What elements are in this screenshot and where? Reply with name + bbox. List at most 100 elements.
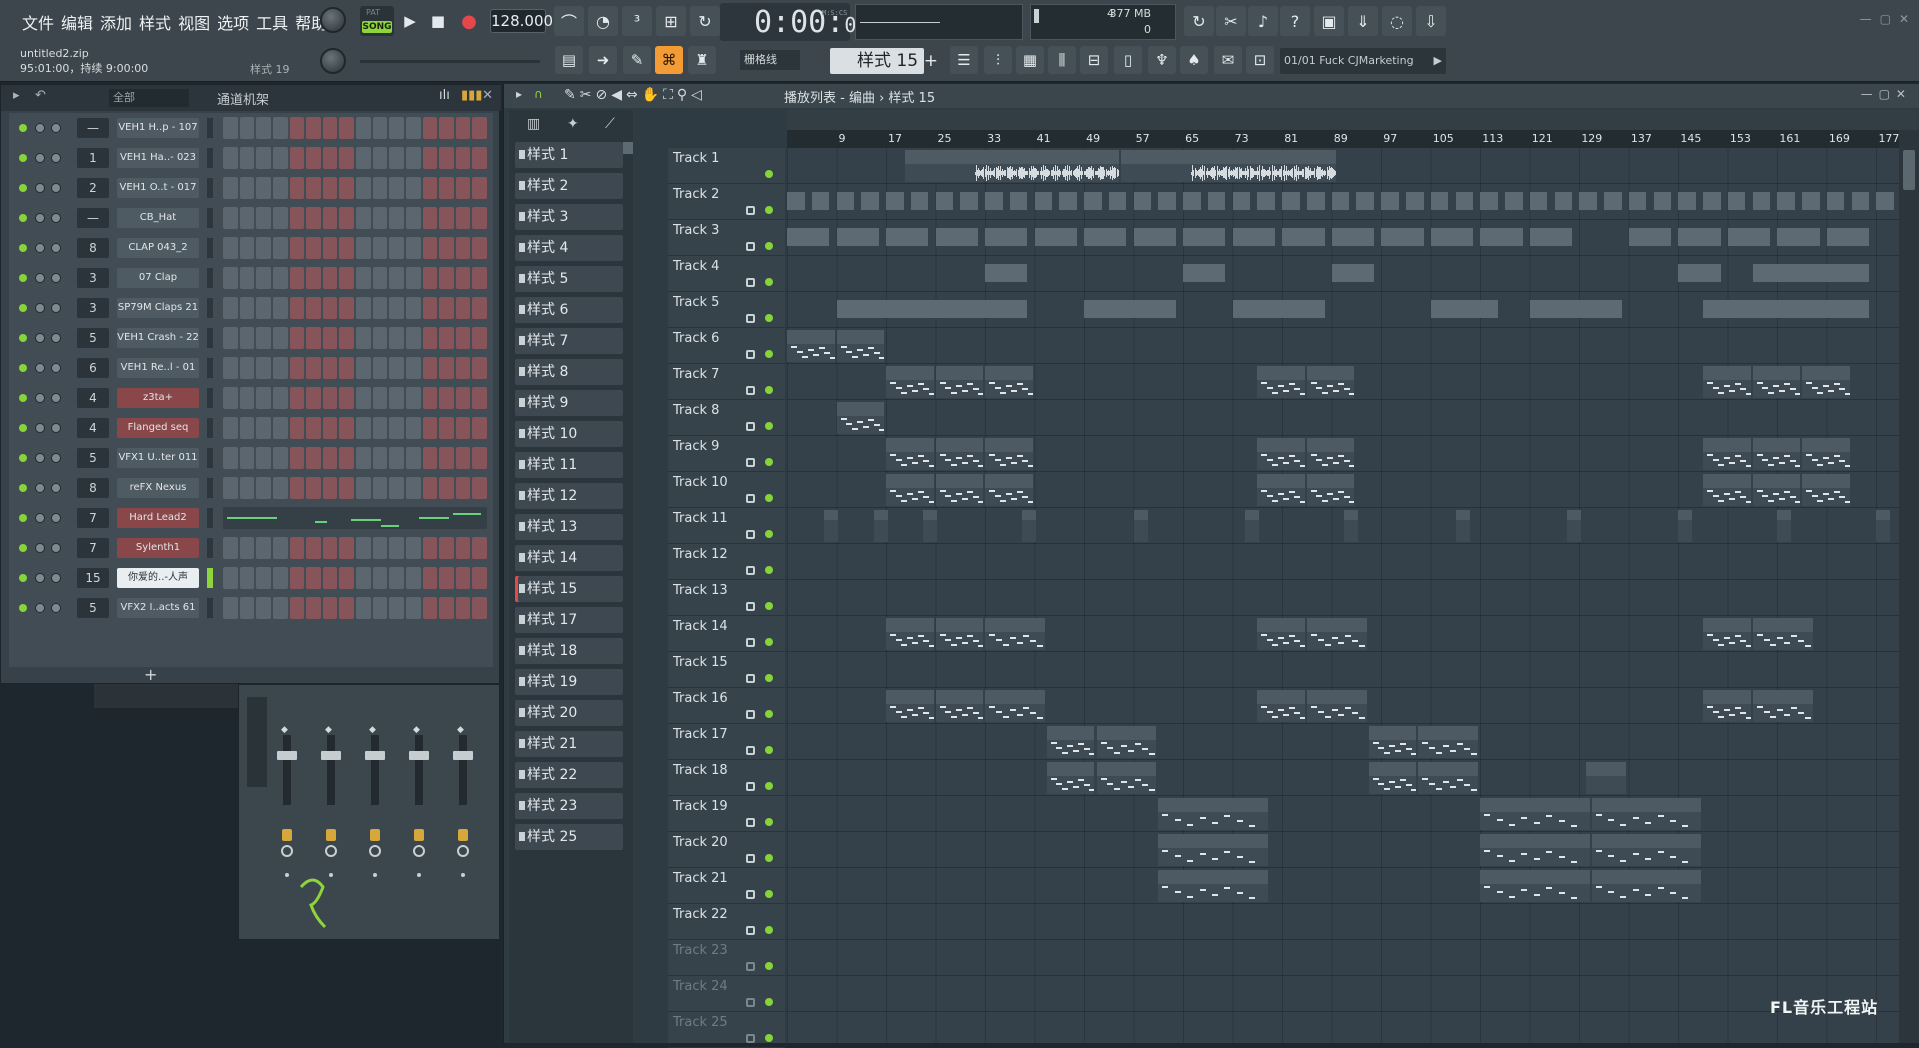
- channel-mixer-track[interactable]: 3: [77, 298, 109, 318]
- pattern-clip[interactable]: 样式 15: [985, 618, 1045, 650]
- channel-mute-led[interactable]: [19, 124, 27, 132]
- pattern-clip-small[interactable]: [1245, 510, 1260, 542]
- channel-mixer-track[interactable]: 5: [77, 598, 109, 618]
- channel-row[interactable]: 3 07 Clap: [17, 265, 497, 291]
- step-button[interactable]: [356, 297, 371, 319]
- channel-row[interactable]: 1 VEH1 Ha..- 023: [17, 145, 497, 171]
- step-button[interactable]: [389, 177, 404, 199]
- track-enable-led[interactable]: [765, 206, 773, 214]
- step-button[interactable]: [472, 567, 487, 589]
- step-button[interactable]: [356, 207, 371, 229]
- pattern-block[interactable]: [1430, 300, 1498, 318]
- step-button[interactable]: [306, 597, 321, 619]
- pattern-clip-small[interactable]: [1876, 510, 1891, 542]
- track-header[interactable]: Track 2: [668, 184, 785, 220]
- channel-mixer-track[interactable]: —: [77, 208, 109, 228]
- step-button[interactable]: [272, 387, 288, 409]
- channel-volume-icon[interactable]: [51, 483, 61, 493]
- step-button[interactable]: [372, 417, 388, 439]
- channel-piano-roll-preview[interactable]: [223, 507, 487, 529]
- channel-select[interactable]: [207, 478, 213, 498]
- step-button[interactable]: [272, 267, 288, 289]
- step-button[interactable]: [439, 387, 454, 409]
- channel-mute-led[interactable]: [19, 244, 27, 252]
- pattern-clip[interactable]: 样式 17: [886, 690, 934, 722]
- track-enable-led[interactable]: [765, 386, 773, 394]
- pattern-block[interactable]: [1678, 228, 1721, 246]
- step-button[interactable]: [372, 597, 388, 619]
- master-pitch-knob[interactable]: [320, 48, 346, 74]
- lock-icon[interactable]: [746, 1034, 755, 1043]
- channel-name-button[interactable]: Hard Lead2: [117, 508, 199, 528]
- lock-icon[interactable]: [746, 998, 755, 1007]
- step-button[interactable]: [289, 357, 305, 379]
- pattern-clip-small[interactable]: [1344, 510, 1359, 542]
- step-button[interactable]: [439, 597, 454, 619]
- audio-clip[interactable]: 你爱的是我还是你自己-人声: [904, 150, 1120, 182]
- pan-icon[interactable]: ◆: [325, 725, 332, 735]
- step-button[interactable]: [256, 447, 271, 469]
- step-button[interactable]: [289, 207, 305, 229]
- step-button[interactable]: [472, 267, 487, 289]
- pattern-block[interactable]: [787, 228, 830, 246]
- channel-row[interactable]: 7 Hard Lead2: [17, 505, 497, 531]
- pattern-clip[interactable]: 样式 8: [1802, 438, 1850, 470]
- step-button[interactable]: [322, 177, 338, 199]
- track-header[interactable]: Track 4: [668, 256, 785, 292]
- pattern-block[interactable]: [1084, 192, 1102, 210]
- menu-item[interactable]: 文件: [20, 8, 56, 36]
- channel-volume-icon[interactable]: [51, 363, 61, 373]
- song-mode-toggle[interactable]: PAT SONG: [360, 6, 394, 36]
- step-button[interactable]: [339, 477, 354, 499]
- step-button[interactable]: [322, 267, 338, 289]
- step-button[interactable]: [405, 207, 421, 229]
- track-header[interactable]: Track 9: [668, 436, 785, 472]
- step-button[interactable]: [405, 417, 421, 439]
- channel-mute-led[interactable]: [19, 514, 27, 522]
- channel-pan-icon[interactable]: [35, 183, 45, 193]
- step-button[interactable]: [223, 387, 238, 409]
- channel-name-button[interactable]: VEH1 O..t - 017: [117, 178, 199, 198]
- menu-item[interactable]: 编辑: [59, 8, 95, 36]
- pattern-item[interactable]: 样式 9: [515, 390, 623, 416]
- channel-name-button[interactable]: VFX1 U..ter 011: [117, 448, 199, 468]
- step-button[interactable]: [256, 537, 271, 559]
- master-volume-knob[interactable]: [320, 7, 346, 33]
- step-button[interactable]: [256, 237, 271, 259]
- pattern-clip-small[interactable]: [873, 510, 888, 542]
- step-button[interactable]: [372, 537, 388, 559]
- pattern-block[interactable]: [1232, 228, 1275, 246]
- mixer-strip[interactable]: ◆: [363, 705, 387, 935]
- track-enable-led[interactable]: [765, 422, 773, 430]
- track-enable-led[interactable]: [765, 1034, 773, 1042]
- step-button[interactable]: [322, 147, 338, 169]
- step-button[interactable]: [322, 237, 338, 259]
- pattern-block[interactable]: [1034, 228, 1077, 246]
- pattern-item[interactable]: 样式 3: [515, 204, 623, 230]
- lock-icon[interactable]: [746, 422, 755, 431]
- channel-select[interactable]: [207, 328, 213, 348]
- step-button[interactable]: [272, 177, 288, 199]
- step-button[interactable]: [322, 477, 338, 499]
- step-button[interactable]: [339, 417, 354, 439]
- pattern-clip[interactable]: 样式 9: [1802, 474, 1850, 506]
- lock-icon[interactable]: [746, 458, 755, 467]
- step-button[interactable]: [422, 207, 438, 229]
- step-button[interactable]: [372, 237, 388, 259]
- channel-select[interactable]: [207, 418, 213, 438]
- pattern-block[interactable]: [787, 192, 805, 210]
- fader-handle[interactable]: [365, 751, 385, 760]
- pattern-item[interactable]: 样式 12: [515, 483, 623, 509]
- pattern-block[interactable]: [1430, 228, 1474, 246]
- lock-icon[interactable]: [746, 530, 755, 539]
- lock-icon[interactable]: [746, 386, 755, 395]
- step-button[interactable]: [339, 237, 354, 259]
- step-button[interactable]: [389, 447, 404, 469]
- step-button[interactable]: [405, 477, 421, 499]
- step-button[interactable]: [389, 147, 404, 169]
- step-button[interactable]: [372, 297, 388, 319]
- track-header[interactable]: Track 17: [668, 724, 785, 760]
- channel-pan-icon[interactable]: [35, 453, 45, 463]
- channel-pan-icon[interactable]: [35, 393, 45, 403]
- step-button[interactable]: [439, 117, 454, 139]
